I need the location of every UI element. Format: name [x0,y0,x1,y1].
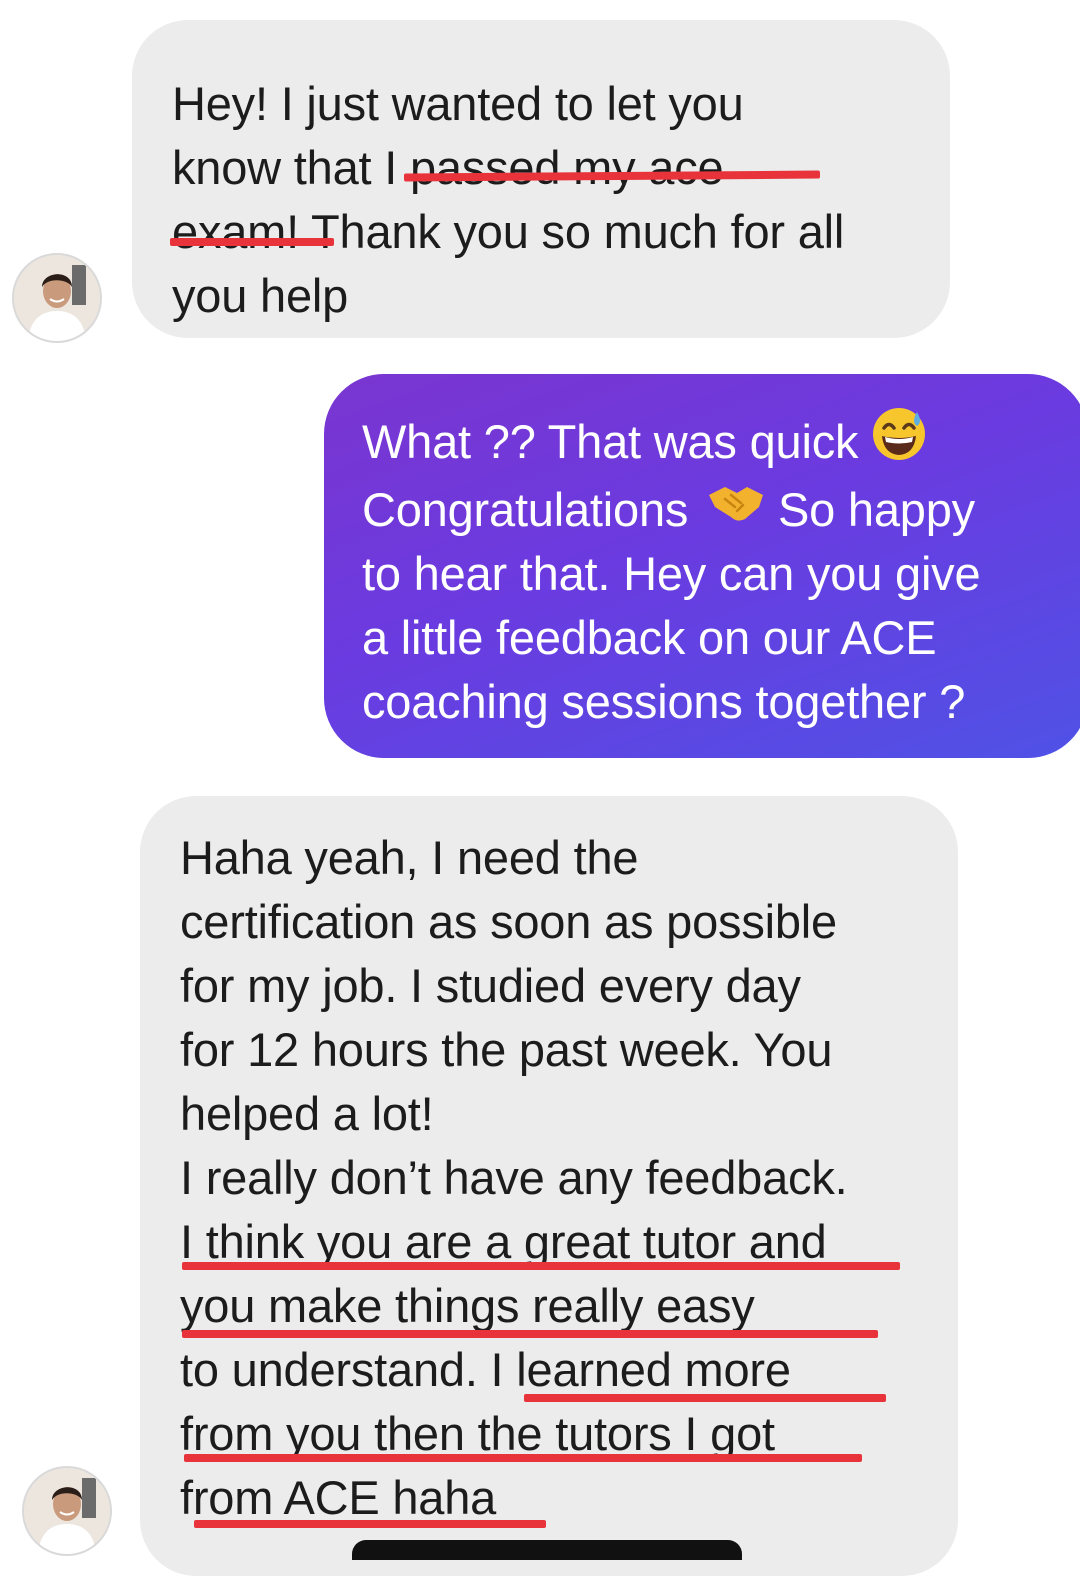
grinning-sweat-emoji-icon [871,406,927,478]
message-line: for 12 hours the past week. You [180,1023,833,1076]
contact-photo-icon [14,255,100,341]
message-line: you make things really easy [180,1279,755,1332]
message-text: So happy [777,482,975,536]
handshake-emoji-icon [707,477,765,541]
highlight-underline [182,1262,900,1270]
message-line: What ?? That was quick [362,407,1080,478]
message-text: Congratulations [362,482,689,536]
highlight-underline [194,1520,546,1528]
outgoing-message-bubble[interactable]: What ?? That was quick Congratulations S… [324,374,1080,758]
highlight-underline [524,1394,886,1402]
message-line: exam! Thank you so much for all [172,205,845,258]
message-line: coaching sessions together ? [362,674,966,728]
message-line: helped a lot! [180,1087,434,1140]
bottom-overlay-bar [352,1540,742,1560]
message-line: for my job. I studied every day [180,959,801,1012]
message-text: What ?? That was quick [362,415,859,468]
message-line: to hear that. Hey can you give [362,546,981,600]
message-line: know that I passed my ace [172,141,724,194]
highlight-underline [182,1330,878,1338]
message-line: to understand. I learned more [180,1343,791,1396]
message-line: I really don’t have any feedback. [180,1151,848,1204]
highlight-underline [170,238,334,246]
message-line: you help [172,269,349,322]
message-line: certification as soon as possible [180,895,837,948]
contact-avatar[interactable] [22,1466,112,1556]
message-line: Congratulations So happy [362,478,1080,542]
highlight-underline [184,1454,862,1462]
message-thread: Hey! I just wanted to let you know that … [0,0,1080,1576]
message-line: Hey! I just wanted to let you [172,77,744,130]
message-line: Haha yeah, I need the [180,831,639,884]
contact-photo-icon [24,1468,110,1554]
contact-avatar[interactable] [12,253,102,343]
message-line: a little feedback on our ACE [362,610,937,664]
